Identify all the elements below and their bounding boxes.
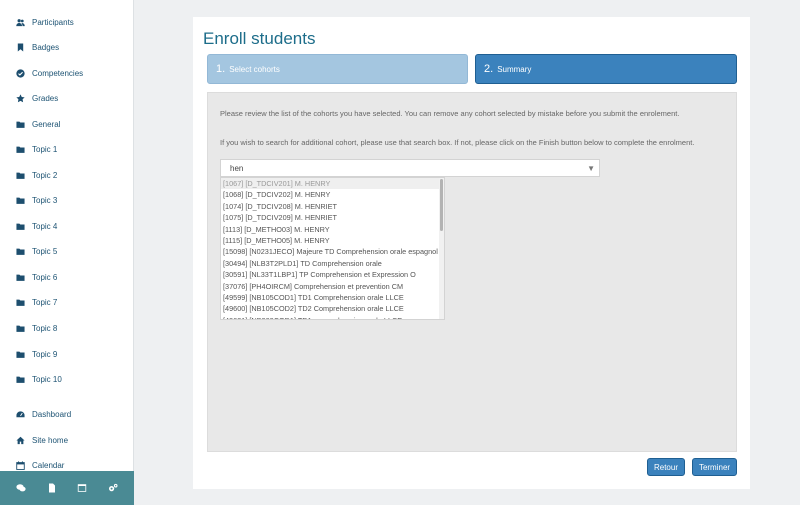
folder-icon bbox=[15, 323, 25, 333]
cohort-option[interactable]: [30494] [NLB3T2PLD1] TD Comprehension or… bbox=[221, 258, 444, 269]
sidebar-item-label: Dashboard bbox=[32, 409, 72, 419]
sidebar-item-general[interactable]: General bbox=[0, 113, 134, 135]
star-icon bbox=[15, 93, 25, 103]
window-icon[interactable] bbox=[76, 482, 88, 494]
sidebar-item-label: Competencies bbox=[32, 68, 84, 78]
sidebar-item-label: Topic 3 bbox=[32, 195, 58, 205]
sidebar-item-topic-2[interactable]: Topic 2 bbox=[0, 164, 134, 186]
sidebar-item-topic-10[interactable]: Topic 10 bbox=[0, 368, 134, 390]
folder-icon bbox=[15, 170, 25, 180]
sidebar-item-topic-9[interactable]: Topic 9 bbox=[0, 343, 134, 365]
search-value: hen bbox=[230, 163, 244, 173]
cohort-option[interactable]: [1113] [D_METHO03] M. HENRY bbox=[221, 224, 444, 235]
scrollbar-thumb[interactable] bbox=[440, 179, 443, 231]
chat-icon[interactable] bbox=[15, 482, 27, 494]
sidebar-item-label: Participants bbox=[32, 17, 74, 27]
instructions-text: If you wish to search for additional coh… bbox=[220, 138, 695, 147]
sidebar-item-label: Site home bbox=[32, 435, 69, 445]
sidebar-item-label: Topic 9 bbox=[32, 349, 58, 359]
folder-icon bbox=[15, 221, 25, 231]
summary-panel: Please review the list of the cohorts yo… bbox=[207, 92, 737, 452]
folder-icon bbox=[15, 195, 25, 205]
cohort-options-list[interactable]: [1067] [D_TDCIV201] M. HENRY [1068] [D_TD… bbox=[220, 177, 445, 320]
sidebar-item-topic-1[interactable]: Topic 1 bbox=[0, 138, 134, 160]
cohort-option[interactable]: [1068] [D_TDCIV202] M. HENRY bbox=[221, 189, 444, 200]
cohort-option[interactable]: [30591] [NL33T1LBP1] TP Comprehension et… bbox=[221, 269, 444, 280]
sidebar-item-competencies[interactable]: Competencies bbox=[0, 62, 134, 84]
step-number: 2. bbox=[484, 63, 494, 75]
finish-button[interactable]: Terminer bbox=[692, 458, 737, 476]
scrollbar[interactable] bbox=[439, 178, 444, 319]
sidebar-item-participants[interactable]: Participants bbox=[0, 11, 134, 33]
sidebar-item-topic-7[interactable]: Topic 7 bbox=[0, 291, 134, 313]
sidebar-item-label: Badges bbox=[32, 42, 60, 52]
intro-text: Please review the list of the cohorts yo… bbox=[220, 109, 680, 118]
sidebar-item-label: Topic 4 bbox=[32, 221, 58, 231]
sidebar-item-topic-3[interactable]: Topic 3 bbox=[0, 189, 134, 211]
folder-icon bbox=[15, 272, 25, 282]
folder-icon bbox=[15, 349, 25, 359]
sidebar-item-label: Topic 5 bbox=[32, 246, 58, 256]
bookmark-icon bbox=[15, 42, 25, 52]
page-title: Enroll students bbox=[203, 29, 316, 48]
cohort-option[interactable]: [1067] [D_TDCIV201] M. HENRY bbox=[221, 178, 444, 190]
cohort-option[interactable]: [1115] [D_METHO05] M. HENRY bbox=[221, 235, 444, 246]
calendar-icon bbox=[15, 460, 25, 470]
sidebar-item-topic-6[interactable]: Topic 6 bbox=[0, 266, 134, 288]
dropdown-arrow-icon[interactable]: ▼ bbox=[587, 164, 595, 173]
sidebar-item-label: Topic 7 bbox=[32, 297, 58, 307]
cogs-icon[interactable] bbox=[107, 482, 119, 494]
file-icon[interactable] bbox=[46, 482, 58, 494]
sidebar-item-label: Topic 1 bbox=[32, 144, 58, 154]
folder-icon bbox=[15, 297, 25, 307]
home-icon bbox=[15, 435, 25, 445]
step-label: Select cohorts bbox=[229, 64, 280, 74]
folder-icon bbox=[15, 374, 25, 384]
cohort-option[interactable]: [49600] [NB105COD2] TD2 Comprehension or… bbox=[221, 303, 444, 314]
dashboard-icon bbox=[15, 409, 25, 419]
sidebar-item-label: General bbox=[32, 119, 61, 129]
cohort-option[interactable]: [15098] [N0231JECO] Majeure TD Comprehen… bbox=[221, 246, 444, 257]
sidebar-item-site-home[interactable]: Site home bbox=[0, 429, 134, 451]
cohort-search-input[interactable]: hen ▼ bbox=[220, 159, 600, 177]
back-button[interactable]: Retour bbox=[647, 458, 685, 476]
step-summary[interactable]: 2. Summary bbox=[475, 54, 737, 84]
sidebar-item-dashboard[interactable]: Dashboard bbox=[0, 403, 134, 425]
enroll-card: Enroll students 1. Select cohorts 2. Sum… bbox=[193, 17, 750, 489]
sidebar: Participants Badges Competencies Grades Gene… bbox=[0, 0, 134, 505]
sidebar-item-grades[interactable]: Grades bbox=[0, 87, 134, 109]
folder-icon bbox=[15, 144, 25, 154]
sidebar-item-label: Topic 6 bbox=[32, 272, 58, 282]
cohort-option[interactable]: [37076] [PH4OIRCM] Comprehension et prev… bbox=[221, 281, 444, 292]
cohort-option[interactable]: [1074] [D_TDCIV208] M. HENRIET bbox=[221, 201, 444, 212]
check-circle-icon bbox=[15, 68, 25, 78]
sidebar-item-label: Grades bbox=[32, 93, 59, 103]
sidebar-item-label: Topic 10 bbox=[32, 374, 62, 384]
sidebar-item-label: Calendar bbox=[32, 460, 65, 470]
sidebar-item-label: Topic 2 bbox=[32, 170, 58, 180]
sidebar-item-label: Topic 8 bbox=[32, 323, 58, 333]
sidebar-item-badges[interactable]: Badges bbox=[0, 36, 134, 58]
step-label: Summary bbox=[497, 64, 532, 74]
sidebar-item-topic-4[interactable]: Topic 4 bbox=[0, 215, 134, 237]
step-select-cohorts[interactable]: 1. Select cohorts bbox=[207, 54, 468, 84]
cohort-option[interactable]: [1075] [D_TDCIV209] M. HENRIET bbox=[221, 212, 444, 223]
folder-icon bbox=[15, 246, 25, 256]
cohort-option[interactable]: [49631] [NB303COD1] TD1 comprehension or… bbox=[221, 315, 444, 319]
sidebar-item-topic-5[interactable]: Topic 5 bbox=[0, 240, 134, 262]
sidebar-bottom-toolbar bbox=[0, 471, 134, 505]
cohort-option[interactable]: [49599] [NB105COD1] TD1 Comprehension or… bbox=[221, 292, 444, 303]
users-icon bbox=[15, 17, 25, 27]
folder-icon bbox=[15, 119, 25, 129]
step-number: 1. bbox=[216, 63, 226, 75]
sidebar-item-topic-8[interactable]: Topic 8 bbox=[0, 317, 134, 339]
